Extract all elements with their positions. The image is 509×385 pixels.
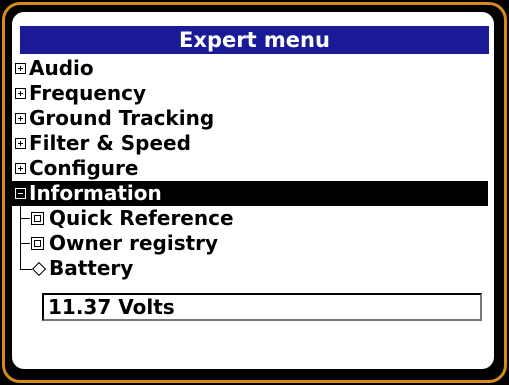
submenu-item-quick-reference[interactable]: Quick Reference bbox=[12, 206, 494, 231]
menu-item-information[interactable]: Information bbox=[12, 181, 488, 206]
menu-list: Audio Frequency Ground Tracking Filter &… bbox=[12, 56, 494, 281]
menu-item-audio[interactable]: Audio bbox=[12, 56, 494, 81]
menu-item-label: Information bbox=[29, 181, 162, 205]
box-icon bbox=[31, 237, 44, 250]
submenu-list: Quick Reference Owner registry Battery bbox=[12, 206, 494, 281]
expand-plus-icon[interactable] bbox=[15, 163, 26, 174]
menu-item-label: Audio bbox=[29, 56, 94, 80]
submenu-item-battery[interactable]: Battery bbox=[12, 256, 494, 281]
battery-value-field: 11.37 Volts bbox=[42, 293, 482, 321]
submenu-item-label: Quick Reference bbox=[49, 206, 234, 230]
menu-item-configure[interactable]: Configure bbox=[12, 156, 494, 181]
expand-plus-icon[interactable] bbox=[15, 88, 26, 99]
menu-item-label: Configure bbox=[29, 156, 139, 180]
submenu-item-label: Battery bbox=[49, 256, 134, 280]
tree-branch bbox=[20, 243, 30, 244]
submenu-item-owner-registry[interactable]: Owner registry bbox=[12, 231, 494, 256]
expand-plus-icon[interactable] bbox=[15, 63, 26, 74]
expand-plus-icon[interactable] bbox=[15, 113, 26, 124]
expand-plus-icon[interactable] bbox=[15, 138, 26, 149]
menu-item-label: Filter & Speed bbox=[29, 131, 191, 155]
collapse-minus-icon[interactable] bbox=[15, 188, 26, 199]
menu-item-frequency[interactable]: Frequency bbox=[12, 81, 494, 106]
menu-item-ground-tracking[interactable]: Ground Tracking bbox=[12, 106, 494, 131]
screen: Expert menu Audio Frequency Ground Track… bbox=[12, 12, 494, 369]
submenu-item-label: Owner registry bbox=[49, 231, 219, 255]
menu-item-label: Frequency bbox=[29, 81, 147, 105]
tree-branch bbox=[20, 269, 32, 270]
menu-title: Expert menu bbox=[20, 26, 489, 54]
menu-item-label: Ground Tracking bbox=[29, 106, 215, 130]
tree-branch bbox=[20, 218, 30, 219]
diamond-icon bbox=[31, 261, 47, 277]
menu-item-filter-speed[interactable]: Filter & Speed bbox=[12, 131, 494, 156]
box-icon bbox=[31, 212, 44, 225]
